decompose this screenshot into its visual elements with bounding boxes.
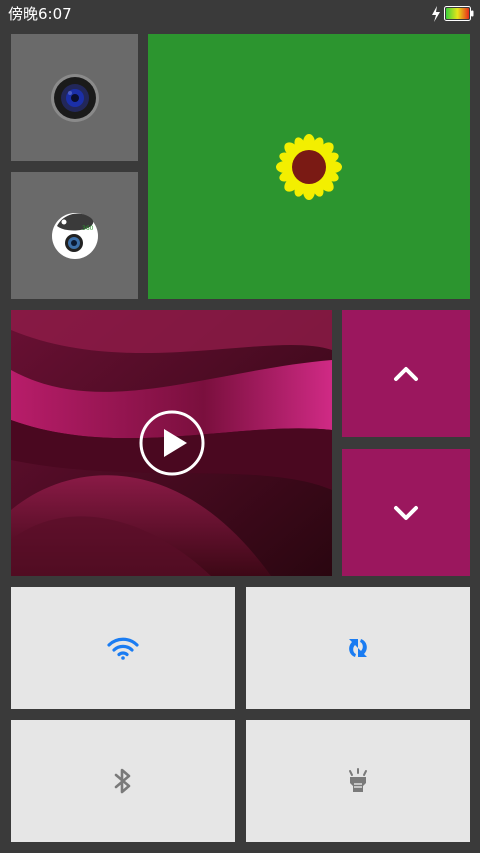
volume-up-tile[interactable] [342, 310, 470, 437]
chevron-down-icon [394, 505, 418, 520]
wifi-icon [107, 637, 139, 660]
flashlight-toggle-tile[interactable] [246, 720, 470, 842]
battery-icon [444, 6, 474, 21]
camera-lens-icon [50, 73, 99, 122]
wifi-toggle-tile[interactable] [11, 587, 235, 709]
wallpaper-tile[interactable] [148, 34, 470, 299]
camera-360-label: 360 [82, 225, 94, 232]
play-icon[interactable] [138, 409, 206, 477]
sync-toggle-tile[interactable] [246, 587, 470, 709]
bluetooth-icon [114, 768, 131, 794]
camera-360-icon: 360 [51, 212, 98, 259]
flashlight-icon [349, 768, 367, 792]
status-bar: 傍晚6:07 [0, 0, 480, 28]
status-time: 傍晚6:07 [8, 5, 72, 23]
volume-down-tile[interactable] [342, 449, 470, 576]
camera-tile[interactable] [11, 34, 138, 161]
video-tile[interactable] [11, 310, 332, 576]
bluetooth-toggle-tile[interactable] [11, 720, 235, 842]
chevron-up-icon [394, 366, 418, 381]
camera-360-tile[interactable]: 360 [11, 172, 138, 299]
sunflower-icon [276, 133, 342, 200]
sync-icon [349, 639, 367, 657]
lightning-bolt-icon [432, 6, 440, 22]
